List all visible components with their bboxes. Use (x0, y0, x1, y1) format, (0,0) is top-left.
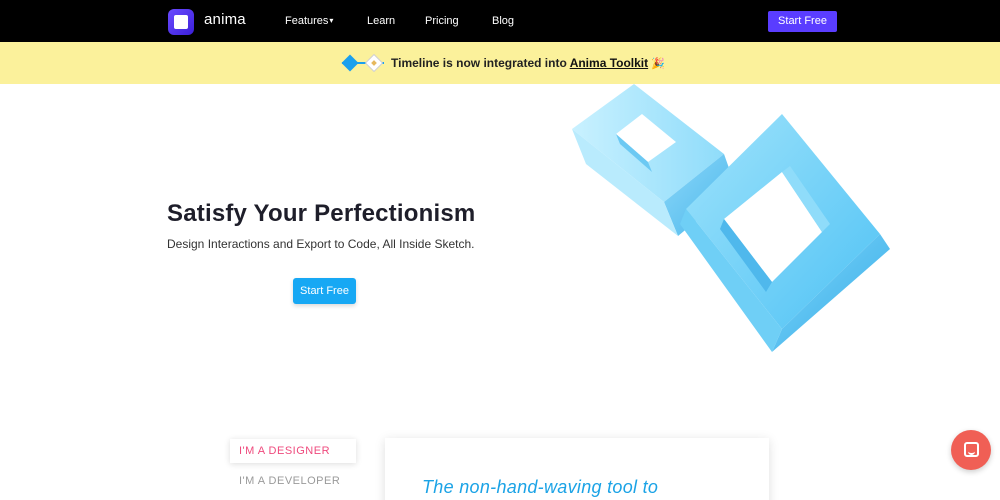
chat-icon (964, 442, 979, 457)
hero-start-free-button[interactable]: Start Free (293, 278, 356, 304)
nav-link-blog[interactable]: Blog (492, 15, 514, 27)
timeline-icon (341, 54, 384, 72)
nav-link-learn[interactable]: Learn (367, 15, 395, 27)
chevron-down-icon: ▾ (329, 16, 334, 25)
nav-link-features-label: Features (285, 15, 329, 27)
chat-launcher-button[interactable] (951, 430, 991, 470)
hero-subtitle: Design Interactions and Export to Code, … (167, 237, 475, 251)
anima-logo-icon[interactable] (168, 9, 194, 35)
nav-link-pricing[interactable]: Pricing (425, 15, 459, 27)
hero-title: Satisfy Your Perfectionism (167, 200, 476, 227)
impossible-cubes-illustration (572, 84, 890, 352)
anima-toolkit-link[interactable]: Anima Toolkit (570, 56, 648, 70)
top-nav: anima Features▾ Learn Pricing Blog Start… (0, 0, 1000, 42)
announcement-banner: Timeline is now integrated into Anima To… (0, 42, 1000, 84)
banner-message: Timeline is now integrated into Anima To… (391, 56, 665, 70)
feature-card-text: The non-hand-waving tool to (422, 477, 659, 497)
logo-text[interactable]: anima (204, 11, 246, 28)
banner-text-prefix: Timeline is now integrated into (391, 56, 570, 70)
party-emoji: 🎉 (651, 58, 665, 70)
nav-start-free-button[interactable]: Start Free (768, 11, 837, 32)
nav-link-features[interactable]: Features▾ (285, 15, 333, 27)
tab-designer[interactable]: I'M A DESIGNER (230, 439, 356, 463)
tab-developer[interactable]: I'M A DEVELOPER (239, 475, 340, 487)
